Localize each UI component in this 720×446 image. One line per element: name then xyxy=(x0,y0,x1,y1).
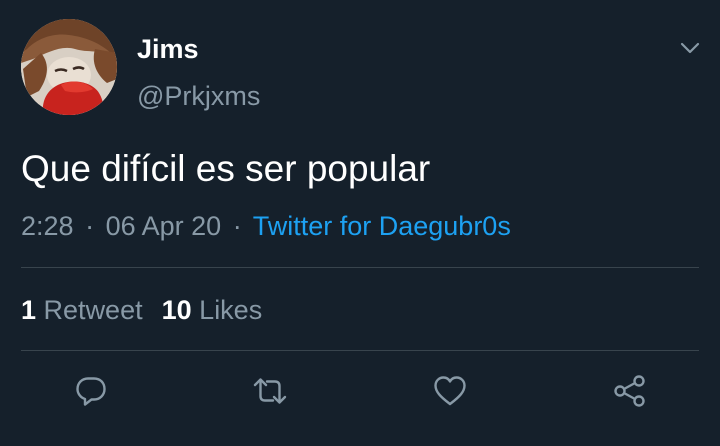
avatar[interactable] xyxy=(21,19,117,115)
user-handle[interactable]: @Prkjxms xyxy=(137,79,260,113)
tweet-text: Que difícil es ser popular xyxy=(21,148,431,189)
tweet-stats: 1 Retweet 10 Likes xyxy=(21,293,262,327)
share-button[interactable] xyxy=(612,373,648,409)
likes-count: 10 xyxy=(161,295,192,325)
display-name[interactable]: Jims xyxy=(137,32,199,66)
tweet-meta: 2:28 · 06 Apr 20 · Twitter for Daegubr0s xyxy=(21,209,511,243)
share-icon xyxy=(614,375,645,407)
retweets-stat[interactable]: 1 Retweet xyxy=(21,295,143,325)
tweet-date: 06 Apr 20 xyxy=(105,211,222,241)
tweet-source-link[interactable]: Twitter for Daegubr0s xyxy=(253,211,511,241)
retweet-button[interactable] xyxy=(252,373,288,409)
tweet-time: 2:28 xyxy=(21,211,74,241)
likes-stat[interactable]: 10 Likes xyxy=(162,295,263,325)
retweets-count: 1 xyxy=(21,295,37,325)
heart-icon xyxy=(434,376,466,406)
meta-separator: · xyxy=(232,211,242,241)
divider xyxy=(21,350,699,351)
likes-label: Likes xyxy=(199,295,263,325)
like-button[interactable] xyxy=(432,373,468,409)
reply-icon xyxy=(76,377,106,406)
divider xyxy=(21,267,699,268)
reply-button[interactable] xyxy=(73,373,109,409)
retweets-label: Retweet xyxy=(43,295,143,325)
tweet-card: Jims @Prkjxms Que difícil es ser popular… xyxy=(0,0,720,446)
avatar-photo xyxy=(21,19,117,115)
meta-separator: · xyxy=(85,211,95,241)
chevron-down-icon[interactable] xyxy=(678,36,702,60)
retweet-icon xyxy=(253,378,287,404)
